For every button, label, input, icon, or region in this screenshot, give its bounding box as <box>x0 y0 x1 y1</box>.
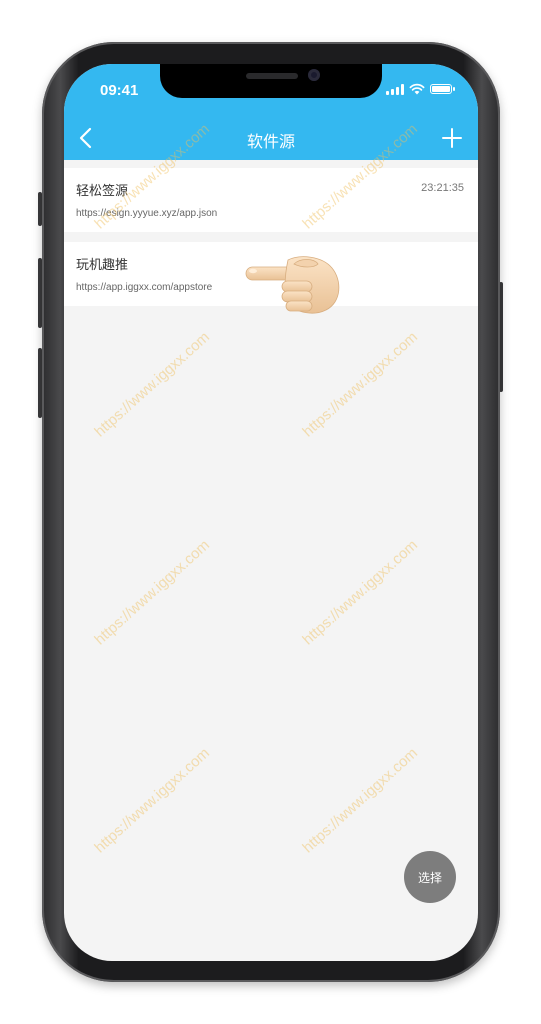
front-camera <box>308 69 320 81</box>
watermark: https://www.iggxx.com <box>299 744 422 857</box>
battery-icon <box>430 84 455 94</box>
source-item[interactable]: 轻松签源 https://esign.yyyue.xyz/app.json 23… <box>64 168 478 232</box>
plus-icon <box>442 128 462 148</box>
source-name: 玩机趣推 <box>76 257 129 272</box>
select-fab-button[interactable]: 选择 <box>404 851 456 903</box>
signal-icon <box>386 83 404 95</box>
speaker <box>246 73 298 79</box>
notch <box>160 64 382 98</box>
status-time: 09:41 <box>100 82 139 99</box>
add-source-button[interactable] <box>438 124 466 152</box>
source-url: https://esign.yyyue.xyz/app.json <box>76 208 218 219</box>
pointing-hand-icon <box>244 250 344 321</box>
watermark: https://www.iggxx.com <box>299 536 422 649</box>
watermark: https://www.iggxx.com <box>91 536 214 649</box>
source-url: https://app.iggxx.com/appstore <box>76 282 213 293</box>
phone-screen: 09:41 软件源 轻松签源 https://esign.yyyue.xyz/a… <box>64 64 478 961</box>
page-title: 软件源 <box>246 134 295 151</box>
source-time: 23:21:35 <box>421 182 464 194</box>
status-icons <box>386 83 455 95</box>
watermark: https://www.iggxx.com <box>91 328 214 441</box>
wifi-icon <box>409 83 425 95</box>
watermark: https://www.iggxx.com <box>299 328 422 441</box>
watermark: https://www.iggxx.com <box>91 744 214 857</box>
source-name: 轻松签源 <box>76 183 129 198</box>
